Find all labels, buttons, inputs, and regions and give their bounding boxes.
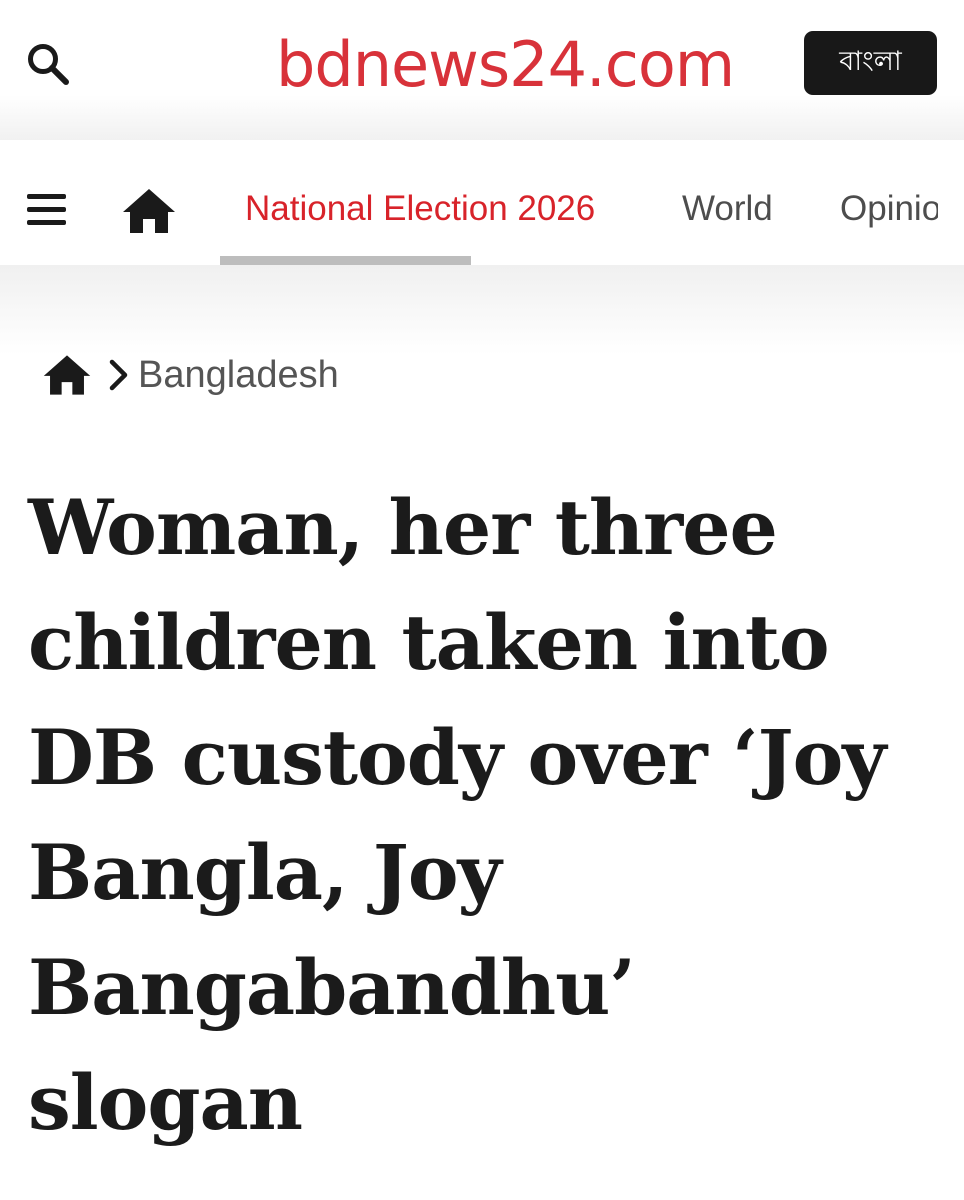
search-icon <box>28 44 69 85</box>
home-icon[interactable] <box>42 352 92 398</box>
headline-line: Bangla, Joy <box>28 828 502 917</box>
nav-item-world[interactable]: World <box>682 186 773 232</box>
active-tab-indicator <box>220 256 471 265</box>
nav-item-opinion[interactable]: Opinion <box>840 186 938 232</box>
article-headline: Woman, her three children taken into DB … <box>28 470 938 1160</box>
site-logo[interactable]: bdnews24.com <box>276 30 735 100</box>
nav-home-button[interactable] <box>121 186 177 236</box>
site-header: bdnews24.com বাংলা <box>0 0 964 140</box>
headline-line: Bangabandhu’ <box>28 943 636 1032</box>
headline-line: DB custody over ‘Joy <box>28 713 886 802</box>
hamburger-menu-icon <box>27 194 66 199</box>
home-icon <box>123 189 175 233</box>
language-switch-button[interactable]: বাংলা <box>804 31 937 95</box>
menu-button[interactable] <box>25 190 69 230</box>
main-nav: National Election 2026 World Opinion <box>0 153 964 265</box>
headline-line: slogan <box>28 1058 303 1147</box>
breadcrumb: Bangladesh <box>42 350 339 400</box>
headline-line: children taken into <box>28 598 830 687</box>
breadcrumb-section-link[interactable]: Bangladesh <box>138 352 339 398</box>
search-button[interactable] <box>22 38 74 90</box>
headline-line: Woman, her three <box>28 483 778 572</box>
chevron-right-icon <box>109 359 128 391</box>
nav-item-national-election[interactable]: National Election 2026 <box>245 186 595 232</box>
